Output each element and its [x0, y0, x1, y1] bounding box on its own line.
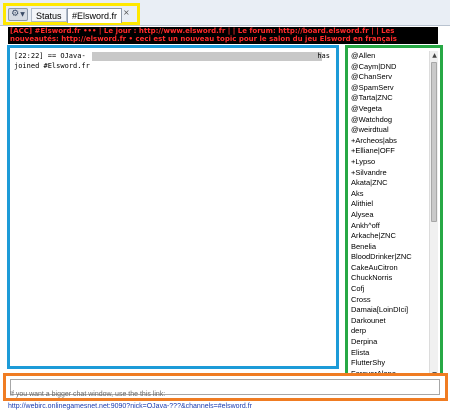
nick-item[interactable]: Damaia[LoinDIci] — [351, 305, 429, 316]
nick-item[interactable]: @Tarta|ZNC — [351, 93, 429, 104]
nick-item[interactable]: FlutterShy — [351, 358, 429, 369]
nick-item[interactable]: +Archeos|abs — [351, 136, 429, 147]
nick-item[interactable]: @SpamServ — [351, 83, 429, 94]
nick-item[interactable]: Cross — [351, 295, 429, 306]
nick-item[interactable]: Alysea — [351, 210, 429, 221]
channel-topic: [ACC] #Elsword.fr ••• | Le jour : http:/… — [8, 27, 438, 44]
nick-list[interactable]: @Allen @Caym|DND @ChanServ @SpamServ @Tarta|… — [345, 45, 443, 384]
tab-status[interactable]: Status — [31, 8, 67, 22]
nick-item[interactable]: @Vegeta — [351, 104, 429, 115]
nick-item[interactable]: Darkounet — [351, 316, 429, 327]
nick-item[interactable]: @Caym|DND — [351, 62, 429, 73]
nick-item[interactable]: Cofj — [351, 284, 429, 295]
message-timestamp: [22:22] — [14, 52, 44, 60]
tab-bar: ⚙ ▼ Status #Elsword.fr × — [0, 0, 450, 26]
nick-item[interactable]: CakeAuCitron — [351, 263, 429, 274]
tab-elsword-channel[interactable]: #Elsword.fr — [67, 8, 123, 23]
nick-item[interactable]: Aks — [351, 189, 429, 200]
nick-item[interactable]: Derpina — [351, 337, 429, 348]
nick-item[interactable]: Ankh^off — [351, 221, 429, 232]
nick-item[interactable]: ChuckNorris — [351, 273, 429, 284]
nick-item[interactable]: Akata|ZNC — [351, 178, 429, 189]
nick-item[interactable]: Alithiel — [351, 199, 429, 210]
message-continuation: joined #Elsword.fr — [14, 62, 90, 70]
topic-line-1: [ACC] #Elsword.fr ••• | Le jour : http:/… — [10, 27, 395, 35]
nick-item[interactable]: @Watchdog — [351, 115, 429, 126]
scroll-up-icon[interactable]: ▲ — [430, 51, 439, 60]
nick-item[interactable]: Benelia — [351, 242, 429, 253]
chat-message: [22:22] == OJava- has — [14, 51, 332, 61]
nick-item[interactable]: +Lypso — [351, 157, 429, 168]
scrollbar-thumb[interactable] — [431, 62, 437, 222]
redacted-block — [91, 51, 322, 61]
nick-item[interactable]: derp — [351, 326, 429, 337]
nick-item[interactable]: BloodDrinker|ZNC — [351, 252, 429, 263]
bigger-window-hint: If you want a bigger chat window, use th… — [10, 391, 166, 398]
nick-item[interactable]: @ChanServ — [351, 72, 429, 83]
message-prefix: == OJava- — [47, 52, 86, 60]
chevron-down-icon: ▼ — [20, 11, 25, 18]
nick-item[interactable]: Elista — [351, 348, 429, 359]
chat-message-area[interactable]: [22:22] == OJava- has joined #Elsword.fr — [7, 45, 339, 369]
message-suffix: has — [317, 52, 330, 60]
nick-item[interactable]: @weirdtual — [351, 125, 429, 136]
nick-item[interactable]: Arkache|ZNC — [351, 231, 429, 242]
close-icon[interactable]: × — [123, 8, 130, 18]
gear-icon: ⚙ — [11, 9, 20, 19]
nick-item[interactable]: @Allen — [351, 51, 429, 62]
topic-line-2: nouveautés: http://elsword.fr • ceci est… — [10, 35, 397, 43]
nick-list-scrollbar[interactable]: ▲ ▼ — [429, 51, 438, 379]
nick-item[interactable]: +Silvandre — [351, 168, 429, 179]
nick-list-items: @Allen @Caym|DND @ChanServ @SpamServ @Tarta|… — [351, 51, 429, 381]
options-menu-button[interactable]: ⚙ ▼ — [8, 8, 28, 21]
webirc-link[interactable]: http://webirc.onlinegamesnet.net:9090?ni… — [8, 403, 252, 410]
nick-item[interactable]: +Elliane|OFF — [351, 146, 429, 157]
